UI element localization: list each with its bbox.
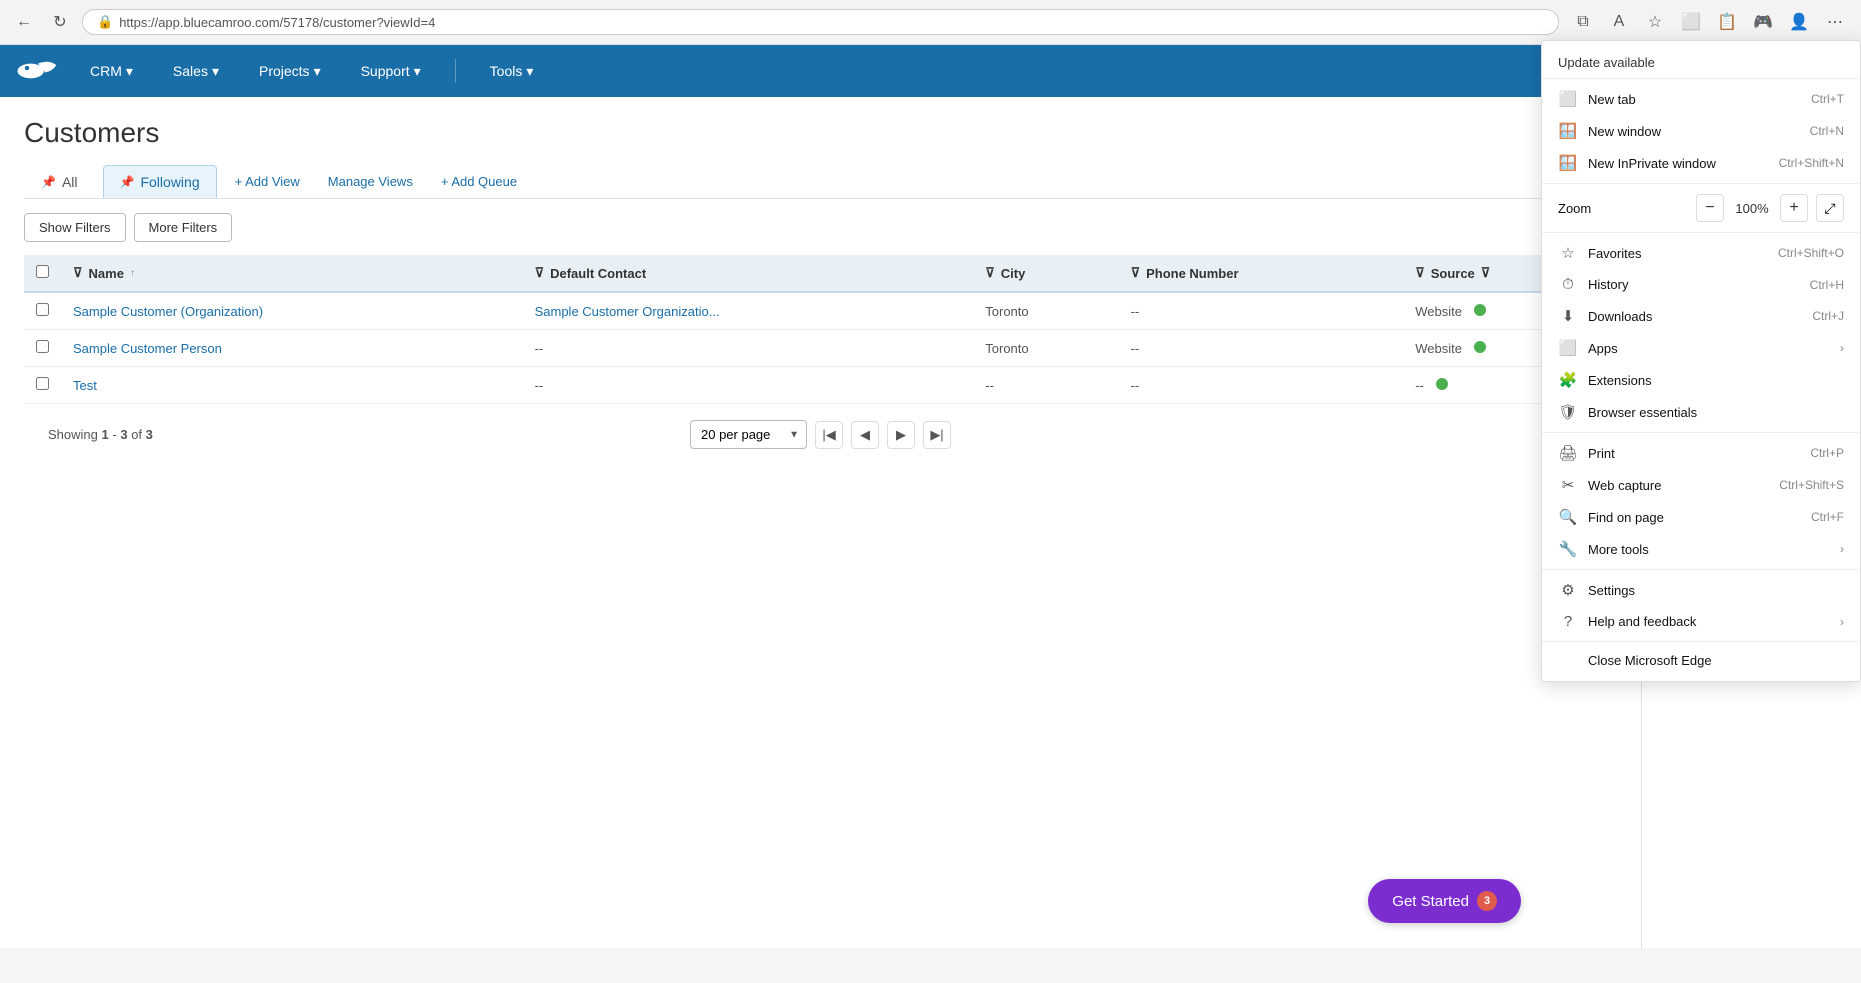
menu-item-favorites[interactable]: ☆ Favorites Ctrl+Shift+O — [1542, 237, 1860, 269]
menu-new-tab-label: New tab — [1588, 92, 1801, 107]
menu-help-label: Help and feedback — [1588, 614, 1830, 629]
apps-icon: ⬜ — [1558, 339, 1578, 357]
menu-browser-essentials-label: Browser essentials — [1588, 405, 1844, 420]
menu-downloads-shortcut: Ctrl+J — [1812, 309, 1844, 323]
zoom-increase-button[interactable]: + — [1780, 194, 1808, 222]
settings-icon: ⚙ — [1558, 581, 1578, 599]
menu-print-label: Print — [1588, 446, 1800, 461]
menu-item-extensions[interactable]: 🧩 Extensions — [1542, 364, 1860, 396]
browser-essentials-icon: 🛡 — [1558, 403, 1578, 421]
menu-web-capture-shortcut: Ctrl+Shift+S — [1779, 478, 1844, 492]
menu-separator-5 — [1542, 641, 1860, 642]
menu-more-tools-label: More tools — [1588, 542, 1830, 557]
zoom-value-text: 100% — [1732, 201, 1772, 216]
menu-settings-label: Settings — [1588, 583, 1844, 598]
menu-inprivate-label: New InPrivate window — [1588, 156, 1769, 171]
menu-extensions-label: Extensions — [1588, 373, 1844, 388]
print-icon: 🖨 — [1558, 444, 1578, 462]
menu-item-history[interactable]: ⏱ History Ctrl+H — [1542, 269, 1860, 300]
more-tools-arrow-icon: › — [1840, 542, 1844, 556]
menu-item-apps[interactable]: ⬜ Apps › — [1542, 332, 1860, 364]
zoom-label: Zoom — [1558, 201, 1688, 216]
zoom-expand-button[interactable]: ⤢ — [1816, 194, 1844, 222]
menu-find-shortcut: Ctrl+F — [1811, 510, 1844, 524]
downloads-icon: ⬇ — [1558, 307, 1578, 325]
menu-separator-3 — [1542, 432, 1860, 433]
find-on-page-icon: 🔍 — [1558, 508, 1578, 526]
menu-item-downloads[interactable]: ⬇ Downloads Ctrl+J — [1542, 300, 1860, 332]
menu-history-shortcut: Ctrl+H — [1810, 278, 1844, 292]
menu-new-window-shortcut: Ctrl+N — [1810, 124, 1844, 138]
more-tools-icon: 🔧 — [1558, 540, 1578, 558]
menu-downloads-label: Downloads — [1588, 309, 1802, 324]
history-icon: ⏱ — [1558, 276, 1578, 293]
menu-favorites-shortcut: Ctrl+Shift+O — [1778, 246, 1844, 260]
help-icon: ? — [1558, 613, 1578, 630]
menu-inprivate-shortcut: Ctrl+Shift+N — [1779, 156, 1844, 170]
menu-favorites-label: Favorites — [1588, 246, 1768, 261]
inprivate-icon: 🪟 — [1558, 154, 1578, 172]
menu-item-find-on-page[interactable]: 🔍 Find on page Ctrl+F — [1542, 501, 1860, 533]
extensions-icon: 🧩 — [1558, 371, 1578, 389]
context-menu-overlay[interactable]: Update available ⬜ New tab Ctrl+T 🪟 New … — [0, 0, 1861, 983]
favorites-icon: ☆ — [1558, 244, 1578, 262]
menu-zoom-row: Zoom − 100% + ⤢ — [1542, 188, 1860, 228]
apps-arrow-icon: › — [1840, 341, 1844, 355]
menu-new-window-label: New window — [1588, 124, 1800, 139]
menu-apps-label: Apps — [1588, 341, 1830, 356]
menu-print-shortcut: Ctrl+P — [1810, 446, 1844, 460]
menu-find-label: Find on page — [1588, 510, 1801, 525]
help-arrow-icon: › — [1840, 615, 1844, 629]
new-tab-icon: ⬜ — [1558, 90, 1578, 108]
context-menu: Update available ⬜ New tab Ctrl+T 🪟 New … — [1541, 40, 1861, 682]
menu-history-label: History — [1588, 277, 1800, 292]
menu-item-browser-essentials[interactable]: 🛡 Browser essentials — [1542, 396, 1860, 428]
new-window-icon: 🪟 — [1558, 122, 1578, 140]
menu-close-edge-label: Close Microsoft Edge — [1588, 653, 1844, 668]
menu-separator-1 — [1542, 183, 1860, 184]
update-available-banner: Update available — [1542, 47, 1860, 79]
menu-item-new-tab[interactable]: ⬜ New tab Ctrl+T — [1542, 83, 1860, 115]
web-capture-icon: ✂ — [1558, 476, 1578, 494]
menu-item-more-tools[interactable]: 🔧 More tools › — [1542, 533, 1860, 565]
menu-web-capture-label: Web capture — [1588, 478, 1769, 493]
menu-item-settings[interactable]: ⚙ Settings — [1542, 574, 1860, 606]
menu-item-web-capture[interactable]: ✂ Web capture Ctrl+Shift+S — [1542, 469, 1860, 501]
menu-item-inprivate[interactable]: 🪟 New InPrivate window Ctrl+Shift+N — [1542, 147, 1860, 179]
zoom-decrease-button[interactable]: − — [1696, 194, 1724, 222]
menu-item-help-feedback[interactable]: ? Help and feedback › — [1542, 606, 1860, 637]
menu-item-new-window[interactable]: 🪟 New window Ctrl+N — [1542, 115, 1860, 147]
menu-new-tab-shortcut: Ctrl+T — [1811, 92, 1844, 106]
menu-item-close-edge[interactable]: Close Microsoft Edge — [1542, 646, 1860, 675]
menu-separator-4 — [1542, 569, 1860, 570]
menu-item-print[interactable]: 🖨 Print Ctrl+P — [1542, 437, 1860, 469]
menu-separator-2 — [1542, 232, 1860, 233]
